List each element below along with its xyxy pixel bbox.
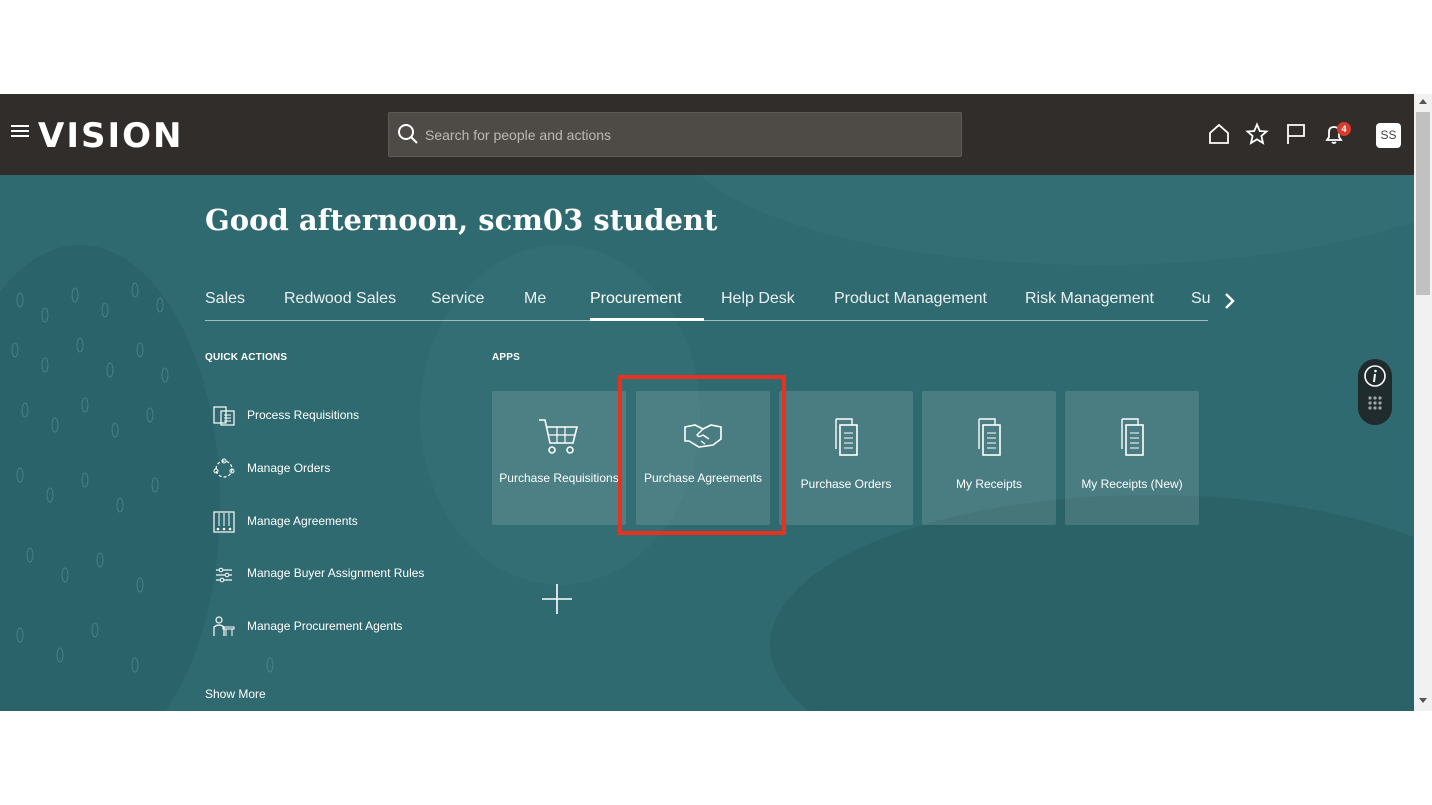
apps-heading: APPS [492,352,521,363]
tab-procurement[interactable]: Procurement [590,287,704,321]
quick-action-label: Manage Buyer Assignment Rules [247,566,425,580]
vertical-scrollbar[interactable] [1414,94,1432,711]
tab-su[interactable]: Su [1191,287,1211,321]
documents-icon [1121,418,1144,456]
highlight-box [618,375,786,535]
add-app-plus-icon[interactable] [541,583,573,615]
app-window: VISION 4 SS [0,94,1432,711]
app-my-receipts-new[interactable]: My Receipts (New) [1065,391,1199,525]
quick-actions-heading: QUICK ACTIONS [205,352,288,363]
show-more-link[interactable]: Show More [205,687,266,701]
notification-count-badge[interactable]: 4 [1337,122,1351,136]
tab-me[interactable]: Me [524,287,546,321]
user-avatar[interactable]: SS [1376,123,1401,148]
menu-icon[interactable] [11,122,31,142]
app-my-receipts[interactable]: My Receipts [922,391,1056,525]
app-purchase-requisitions[interactable]: Purchase Requisitions [492,391,626,525]
cart-icon [539,419,579,454]
tab-help-desk[interactable]: Help Desk [721,287,795,321]
tab-sales[interactable]: Sales [205,287,245,321]
quick-action-label: Manage Procurement Agents [247,619,403,633]
app-label: Purchase Orders [800,477,892,491]
tab-product-management[interactable]: Product Management [834,287,987,321]
scroll-down-icon[interactable] [1419,698,1427,703]
search-input[interactable] [425,113,955,156]
quick-action-label: Process Requisitions [247,408,360,422]
help-widget[interactable] [1358,359,1392,425]
global-search[interactable] [388,112,962,157]
home-icon[interactable] [1207,122,1231,146]
scroll-up-icon[interactable] [1419,99,1427,104]
documents-icon [835,418,858,456]
springboard-tabs: Sales Redwood Sales Service Me Procureme… [205,287,1211,321]
app-purchase-orders[interactable]: Purchase Orders [779,391,913,525]
scrollbar-thumb[interactable] [1416,112,1430,295]
agent-icon [213,616,235,636]
documents-icon [978,418,1001,456]
tab-service[interactable]: Service [431,287,484,321]
watchlist-flag-icon[interactable] [1284,122,1308,146]
chevron-right-icon[interactable] [1221,291,1239,311]
app-label: Purchase Requisitions [499,471,619,485]
agreements-icon [213,511,235,533]
favorites-star-icon[interactable] [1245,122,1269,146]
springboard-area: Good afternoon, scm03 student Sales Redw… [0,175,1414,711]
search-icon [398,124,418,144]
rules-icon [216,567,232,583]
grid-dots-icon[interactable] [1367,395,1383,411]
quick-action-label: Manage Agreements [247,514,358,528]
app-label: My Receipts [955,477,1023,491]
brand-logo[interactable]: VISION [38,116,183,156]
quick-action-label: Manage Orders [247,461,331,475]
tab-redwood-sales[interactable]: Redwood Sales [284,287,396,321]
document-list-icon [213,406,235,426]
info-icon[interactable] [1363,364,1387,388]
tab-risk-management[interactable]: Risk Management [1025,287,1154,321]
greeting-title: Good afternoon, scm03 student [205,203,718,237]
global-header: VISION 4 SS [0,94,1414,175]
order-cycle-icon [213,458,235,478]
app-label: My Receipts (New) [1081,477,1183,491]
